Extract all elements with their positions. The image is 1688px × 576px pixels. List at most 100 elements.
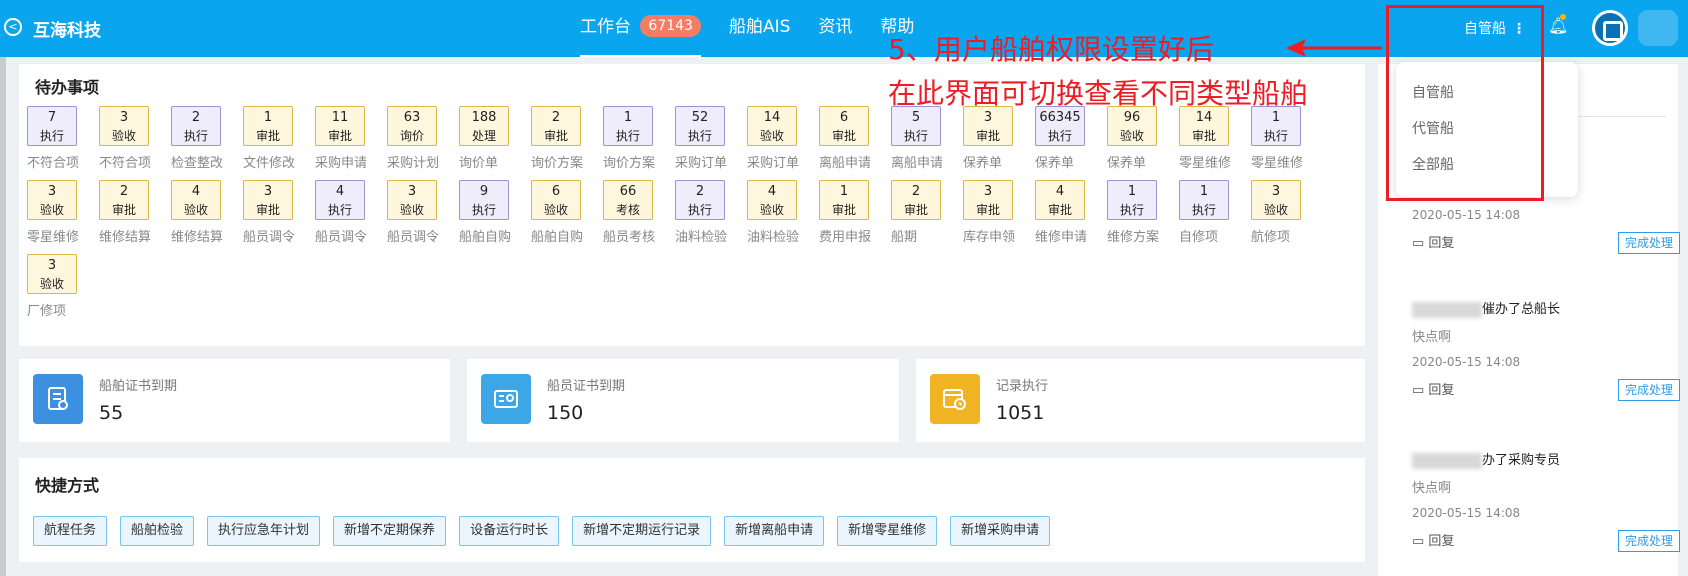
todo-item[interactable]: 3 审批 库存申领: [963, 180, 1035, 250]
todo-item[interactable]: 5 执行 离船申请: [891, 106, 963, 176]
todo-item[interactable]: 3 验收 船员调令: [387, 180, 459, 250]
todo-item[interactable]: 1 执行 自修项: [1179, 180, 1251, 250]
complete-button[interactable]: 完成处理: [1617, 530, 1680, 552]
todo-item[interactable]: 1 审批 费用申报: [819, 180, 891, 250]
quick-action-button[interactable]: 航程任务: [33, 516, 108, 546]
todo-count-box[interactable]: 66345 执行: [1035, 106, 1085, 146]
todo-item[interactable]: 63 询价 采购计划: [387, 106, 459, 176]
quick-action-button[interactable]: 新增不定期运行记录: [572, 516, 712, 546]
reply-link[interactable]: ▭ 回复: [1412, 383, 1454, 398]
todo-item[interactable]: 3 验收 厂修项: [27, 254, 99, 324]
todo-item[interactable]: 2 执行 油料检验: [675, 180, 747, 250]
todo-count: 6: [839, 110, 849, 125]
todo-count-box[interactable]: 14 审批: [1179, 106, 1229, 146]
todo-item[interactable]: 3 验收 零星维修: [27, 180, 99, 250]
todo-item[interactable]: 3 审批 保养单: [963, 106, 1035, 176]
todo-item[interactable]: 52 执行 采购订单: [675, 106, 747, 176]
todo-item[interactable]: 2 审批 维修结算: [99, 180, 171, 250]
stat-card-crew-cert[interactable]: 船员证书到期 150: [467, 359, 899, 442]
todo-count-box[interactable]: 3 审批: [963, 180, 1013, 220]
todo-count-box[interactable]: 3 审批: [963, 106, 1013, 146]
todo-item[interactable]: 9 执行 船舶自购: [459, 180, 531, 250]
todo-item[interactable]: 66345 执行 保养单: [1035, 106, 1107, 176]
todo-count-box[interactable]: 1 执行: [1179, 180, 1229, 220]
todo-item[interactable]: 3 审批 船员调令: [243, 180, 315, 250]
quick-action-button[interactable]: 执行应急年计划: [207, 516, 321, 546]
complete-button[interactable]: 完成处理: [1617, 379, 1680, 401]
todo-item[interactable]: 14 验收 采购订单: [747, 106, 819, 176]
todo-count-box[interactable]: 4 验收: [747, 180, 797, 220]
todo-item[interactable]: 4 审批 维修申请: [1035, 180, 1107, 250]
todo-count-box[interactable]: 3 验收: [1251, 180, 1301, 220]
todo-count-box[interactable]: 9 执行: [459, 180, 509, 220]
back-circle-icon[interactable]: <: [4, 18, 22, 36]
todo-count-box[interactable]: 3 审批: [243, 180, 293, 220]
todo-item[interactable]: 1 执行 零星维修: [1251, 106, 1323, 176]
todo-item[interactable]: 7 执行 不符合项: [27, 106, 99, 176]
todo-item[interactable]: 66 考核 船员考核: [603, 180, 675, 250]
todo-count-box[interactable]: 3 验收: [99, 106, 149, 146]
todo-count-box[interactable]: 188 处理: [459, 106, 509, 146]
todo-count-box[interactable]: 1 执行: [603, 106, 653, 146]
tab-ship-ais[interactable]: 船舶AIS: [729, 0, 790, 57]
todo-item[interactable]: 1 执行 维修方案: [1107, 180, 1179, 250]
todo-item[interactable]: 4 验收 油料检验: [747, 180, 819, 250]
todo-item[interactable]: 3 验收 航修项: [1251, 180, 1323, 250]
todo-item[interactable]: 4 执行 船员调令: [315, 180, 387, 250]
todo-action: 执行: [615, 129, 640, 143]
todo-count-box[interactable]: 2 执行: [171, 106, 221, 146]
quick-action-button[interactable]: 新增采购申请: [950, 516, 1051, 546]
tab-news[interactable]: 资讯: [818, 0, 852, 57]
quick-action-button[interactable]: 船舶检验: [120, 516, 195, 546]
todo-count-box[interactable]: 14 验收: [747, 106, 797, 146]
todo-item[interactable]: 188 处理 询价单: [459, 106, 531, 176]
todo-item[interactable]: 14 审批 零星维修: [1179, 106, 1251, 176]
todo-count-box[interactable]: 4 审批: [1035, 180, 1085, 220]
todo-count-box[interactable]: 4 验收: [171, 180, 221, 220]
complete-button[interactable]: 完成处理: [1617, 232, 1680, 254]
todo-item[interactable]: 6 验收 船舶自购: [531, 180, 603, 250]
reply-link[interactable]: ▭ 回复: [1412, 534, 1454, 549]
todo-count-box[interactable]: 6 验收: [531, 180, 581, 220]
todo-count-box[interactable]: 2 审批: [891, 180, 941, 220]
quick-action-button[interactable]: 新增零星维修: [837, 516, 938, 546]
todo-count-box[interactable]: 1 执行: [1107, 180, 1157, 220]
todo-count-box[interactable]: 1 执行: [1251, 106, 1301, 146]
todo-count-box[interactable]: 1 审批: [243, 106, 293, 146]
todo-item[interactable]: 1 执行 询价方案: [603, 106, 675, 176]
todo-item[interactable]: 1 审批 文件修改: [243, 106, 315, 176]
stat-card-record-exec[interactable]: 记录执行 1051: [916, 359, 1365, 442]
stat-card-ship-cert[interactable]: 船舶证书到期 55: [19, 359, 450, 442]
tab-workbench[interactable]: 工作台 67143: [580, 0, 701, 57]
todo-count-box[interactable]: 2 执行: [675, 180, 725, 220]
todo-count-box[interactable]: 3 验收: [27, 254, 77, 294]
todo-count-box[interactable]: 4 执行: [315, 180, 365, 220]
todo-count-box[interactable]: 1 审批: [819, 180, 869, 220]
todo-item[interactable]: 3 验收 不符合项: [99, 106, 171, 176]
todo-count-box[interactable]: 5 执行: [891, 106, 941, 146]
todo-count-box[interactable]: 52 执行: [675, 106, 725, 146]
todo-count-box[interactable]: 3 验收: [387, 180, 437, 220]
todo-item[interactable]: 4 验收 维修结算: [171, 180, 243, 250]
todo-item[interactable]: 96 验收 保养单: [1107, 106, 1179, 176]
reply-link[interactable]: ▭ 回复: [1412, 236, 1454, 251]
todo-count-box[interactable]: 2 审批: [531, 106, 581, 146]
todo-item[interactable]: 2 审批 询价方案: [531, 106, 603, 176]
todo-count-box[interactable]: 66 考核: [603, 180, 653, 220]
todo-item[interactable]: 11 审批 采购申请: [315, 106, 387, 176]
todo-count-box[interactable]: 6 审批: [819, 106, 869, 146]
todo-item[interactable]: 6 审批 离船申请: [819, 106, 891, 176]
todo-count-box[interactable]: 11 审批: [315, 106, 365, 146]
todo-count-box[interactable]: 63 询价: [387, 106, 437, 146]
todo-count-box[interactable]: 2 审批: [99, 180, 149, 220]
todo-count-box[interactable]: 7 执行: [27, 106, 77, 146]
avatar[interactable]: [1638, 10, 1678, 46]
quick-action-button[interactable]: 新增不定期保养: [333, 516, 447, 546]
todo-action: 审批: [1191, 129, 1216, 143]
todo-count-box[interactable]: 96 验收: [1107, 106, 1157, 146]
quick-action-button[interactable]: 新增离船申请: [724, 516, 825, 546]
todo-count-box[interactable]: 3 验收: [27, 180, 77, 220]
todo-item[interactable]: 2 执行 检查整改: [171, 106, 243, 176]
quick-action-button[interactable]: 设备运行时长: [459, 516, 560, 546]
todo-item[interactable]: 2 审批 船期: [891, 180, 963, 250]
